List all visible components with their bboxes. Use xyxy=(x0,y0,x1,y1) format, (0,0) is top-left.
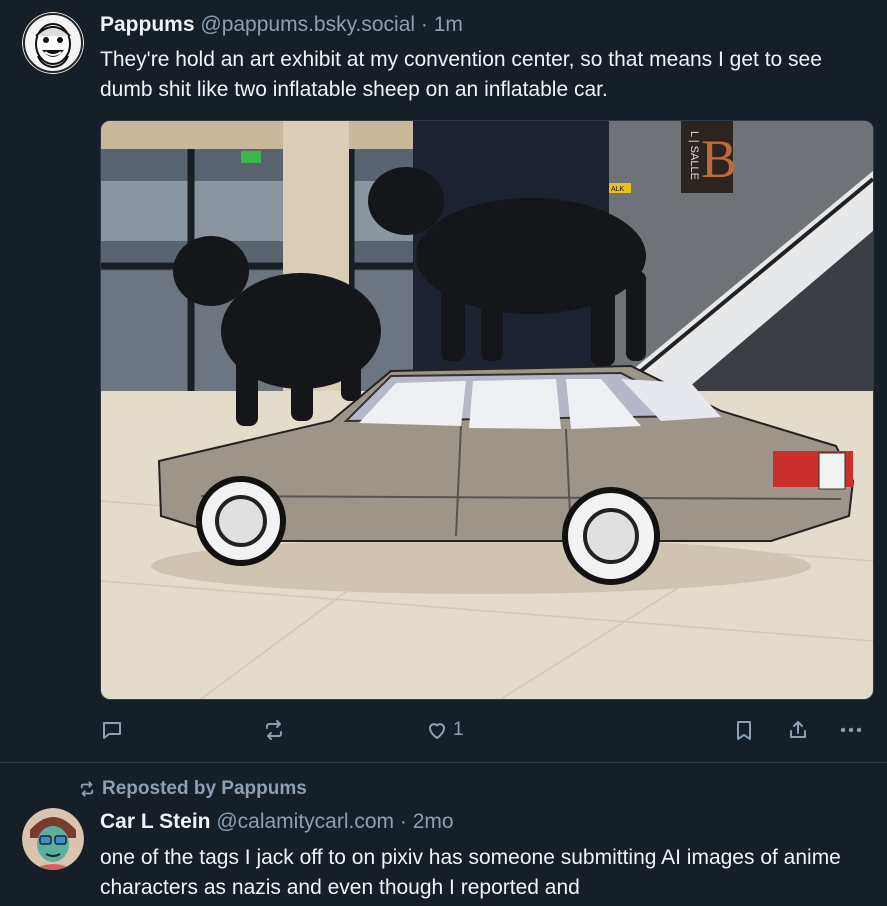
feed-post-pappums[interactable]: Pappums @pappums.bsky.social · 1m They'r… xyxy=(0,0,887,762)
share-icon xyxy=(790,721,806,738)
post-time[interactable]: 1m xyxy=(434,13,463,36)
ellipsis-icon xyxy=(840,727,862,733)
repost-button[interactable] xyxy=(262,712,286,748)
repost-icon xyxy=(266,720,282,740)
avatar-image xyxy=(22,808,84,870)
sign-tag: ALK xyxy=(611,186,625,193)
avatar[interactable] xyxy=(22,12,84,74)
avatar[interactable] xyxy=(22,808,84,870)
repost-label: Reposted by Pappums xyxy=(102,778,307,799)
avatar-image xyxy=(22,12,84,74)
heart-icon xyxy=(429,723,445,739)
reply-button[interactable] xyxy=(100,712,124,748)
post-image[interactable]: B L | SALLE ALK xyxy=(100,120,874,700)
post-text: one of the tags I jack off to on pixiv h… xyxy=(100,846,841,899)
repost-indicator[interactable]: Reposted by Pappums xyxy=(78,778,307,800)
sign-text: L | SALLE xyxy=(688,131,700,180)
post-header: Pappums @pappums.bsky.social · 1m xyxy=(100,12,463,38)
like-count: 1 xyxy=(453,719,464,740)
author-name[interactable]: Pappums xyxy=(100,13,195,36)
bookmark-icon xyxy=(737,721,751,740)
reply-icon xyxy=(103,722,121,739)
post-actions: 1 xyxy=(0,712,887,748)
post-header: Car L Stein @calamitycarl.com · 2mo xyxy=(100,809,454,835)
bookmark-button[interactable] xyxy=(732,712,756,748)
like-button[interactable]: 1 xyxy=(425,712,464,748)
sign-letter: B xyxy=(701,129,737,189)
separator-dot: · xyxy=(399,810,407,833)
author-name[interactable]: Car L Stein xyxy=(100,810,210,833)
post-text: They're hold an art exhibit at my conven… xyxy=(100,48,822,101)
sheep-car-photo: B L | SALLE ALK xyxy=(101,121,873,699)
repost-icon xyxy=(80,781,94,797)
more-options-button[interactable] xyxy=(838,712,864,748)
post-time[interactable]: 2mo xyxy=(413,810,454,833)
separator-dot: · xyxy=(420,13,428,36)
share-button[interactable] xyxy=(786,712,810,748)
author-handle[interactable]: @calamitycarl.com xyxy=(216,810,394,833)
author-handle[interactable]: @pappums.bsky.social xyxy=(200,13,415,36)
